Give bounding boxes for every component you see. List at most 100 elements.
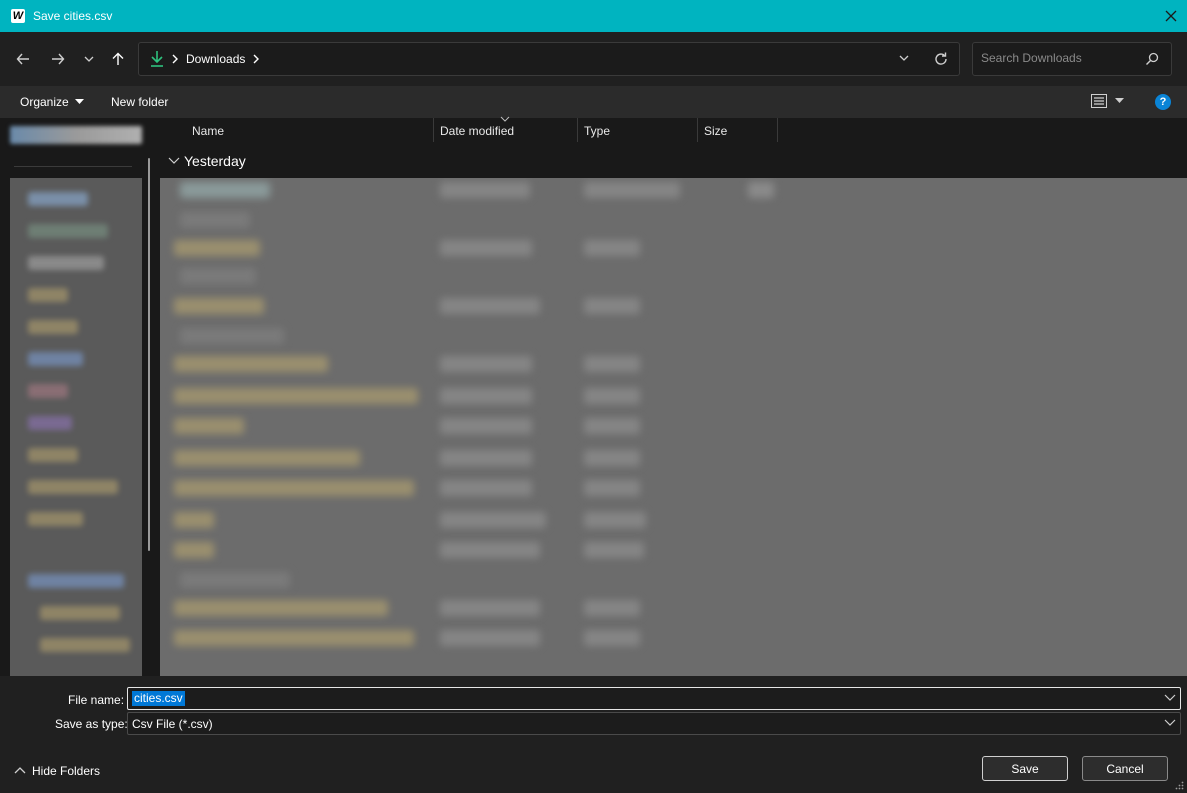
file-row[interactable]: [440, 542, 540, 558]
save-button[interactable]: Save: [982, 756, 1068, 781]
file-row[interactable]: [440, 388, 532, 404]
file-row[interactable]: [174, 418, 244, 434]
breadcrumb-downloads[interactable]: Downloads: [186, 52, 245, 66]
nav-tree-item[interactable]: [28, 512, 83, 526]
column-divider[interactable]: [577, 118, 578, 142]
nav-tree-item[interactable]: [28, 574, 124, 588]
file-row[interactable]: [584, 512, 646, 528]
forward-button[interactable]: [45, 46, 71, 72]
file-row[interactable]: [584, 630, 640, 646]
file-row[interactable]: [584, 182, 680, 198]
file-row[interactable]: [748, 182, 774, 198]
file-row[interactable]: [584, 542, 644, 558]
address-bar[interactable]: Downloads: [138, 42, 960, 76]
nav-tree-item[interactable]: [28, 416, 72, 430]
nav-tree-item[interactable]: [28, 320, 78, 334]
search-box[interactable]: [972, 42, 1172, 76]
file-row[interactable]: [440, 480, 532, 496]
nav-tree-item[interactable]: [28, 224, 108, 238]
file-row[interactable]: [174, 450, 360, 466]
file-name-value[interactable]: cities.csv: [132, 691, 185, 706]
file-list: Name Date modified Type Size Yesterday: [160, 116, 1187, 676]
nav-tree-item[interactable]: [28, 288, 68, 302]
breadcrumb-chevron-icon[interactable]: [252, 53, 260, 65]
nav-tree-item[interactable]: [40, 606, 120, 620]
file-row[interactable]: [440, 356, 532, 372]
save-as-type-value: Csv File (*.csv): [132, 717, 213, 731]
file-row[interactable]: [440, 240, 532, 256]
chevron-down-icon[interactable]: [1164, 693, 1176, 703]
file-row[interactable]: [180, 212, 250, 228]
file-row[interactable]: [174, 630, 414, 646]
group-header-yesterday[interactable]: Yesterday: [168, 153, 246, 169]
column-header-type[interactable]: Type: [584, 118, 610, 144]
file-row[interactable]: [440, 418, 532, 434]
back-button[interactable]: [10, 46, 36, 72]
forward-arrow-icon: [52, 53, 65, 65]
nav-tree-item[interactable]: [28, 384, 68, 398]
breadcrumb-chevron-icon: [172, 54, 178, 64]
nav-tree-item[interactable]: [28, 256, 104, 270]
file-items-blurred: [160, 178, 1187, 676]
file-row[interactable]: [174, 388, 418, 404]
help-button[interactable]: ?: [1155, 94, 1171, 110]
column-header-size[interactable]: Size: [704, 118, 727, 144]
file-row[interactable]: [440, 182, 530, 198]
file-row[interactable]: [440, 630, 540, 646]
save-as-type-select[interactable]: Csv File (*.csv): [127, 712, 1181, 735]
quick-access-item[interactable]: [10, 126, 142, 144]
file-row[interactable]: [174, 512, 214, 528]
search-icon[interactable]: [1145, 52, 1159, 66]
column-header-name[interactable]: Name: [192, 118, 224, 144]
file-row[interactable]: [174, 240, 260, 256]
nav-pane-scrollbar[interactable]: [148, 158, 150, 551]
file-row[interactable]: [440, 450, 532, 466]
column-divider[interactable]: [433, 118, 434, 142]
refresh-icon[interactable]: [933, 51, 949, 67]
file-row[interactable]: [180, 268, 256, 284]
nav-tree-item[interactable]: [40, 638, 130, 652]
file-row[interactable]: [180, 328, 284, 344]
file-row[interactable]: [174, 356, 328, 372]
recent-locations-button[interactable]: [76, 46, 102, 72]
column-header-date-modified[interactable]: Date modified: [440, 118, 514, 144]
close-button[interactable]: [1155, 0, 1187, 32]
nav-tree-item[interactable]: [28, 480, 118, 494]
column-divider[interactable]: [697, 118, 698, 142]
file-row[interactable]: [174, 298, 264, 314]
nav-tree-item[interactable]: [28, 352, 83, 366]
file-row[interactable]: [440, 512, 546, 528]
organize-label: Organize: [20, 95, 69, 109]
resize-grip-icon[interactable]: [1175, 781, 1184, 790]
file-row[interactable]: [174, 600, 388, 616]
file-row[interactable]: [584, 356, 640, 372]
navigation-tree-blurred: [10, 178, 142, 676]
hide-folders-toggle[interactable]: Hide Folders: [14, 764, 100, 778]
downloads-icon: [151, 51, 163, 67]
file-row[interactable]: [584, 298, 640, 314]
file-row[interactable]: [440, 600, 540, 616]
file-row[interactable]: [584, 450, 640, 466]
view-options-button[interactable]: [1091, 94, 1124, 108]
file-name-field[interactable]: cities.csv: [127, 687, 1181, 710]
file-row[interactable]: [174, 542, 214, 558]
file-row[interactable]: [584, 388, 640, 404]
file-row[interactable]: [174, 480, 414, 496]
address-history-chevron-icon[interactable]: [897, 51, 911, 65]
file-row[interactable]: [584, 240, 640, 256]
up-button[interactable]: [105, 46, 131, 72]
nav-tree-item[interactable]: [28, 448, 78, 462]
cancel-button[interactable]: Cancel: [1082, 756, 1168, 781]
file-row[interactable]: [440, 298, 540, 314]
file-row[interactable]: [180, 572, 290, 588]
file-row[interactable]: [584, 418, 640, 434]
chevron-down-icon: [1164, 719, 1176, 726]
nav-tree-item[interactable]: [28, 192, 88, 206]
column-divider[interactable]: [777, 118, 778, 142]
search-input[interactable]: [981, 51, 1141, 65]
file-row[interactable]: [180, 182, 270, 198]
organize-menu[interactable]: Organize: [20, 95, 84, 109]
new-folder-button[interactable]: New folder: [111, 95, 168, 109]
file-row[interactable]: [584, 600, 640, 616]
file-row[interactable]: [584, 480, 640, 496]
